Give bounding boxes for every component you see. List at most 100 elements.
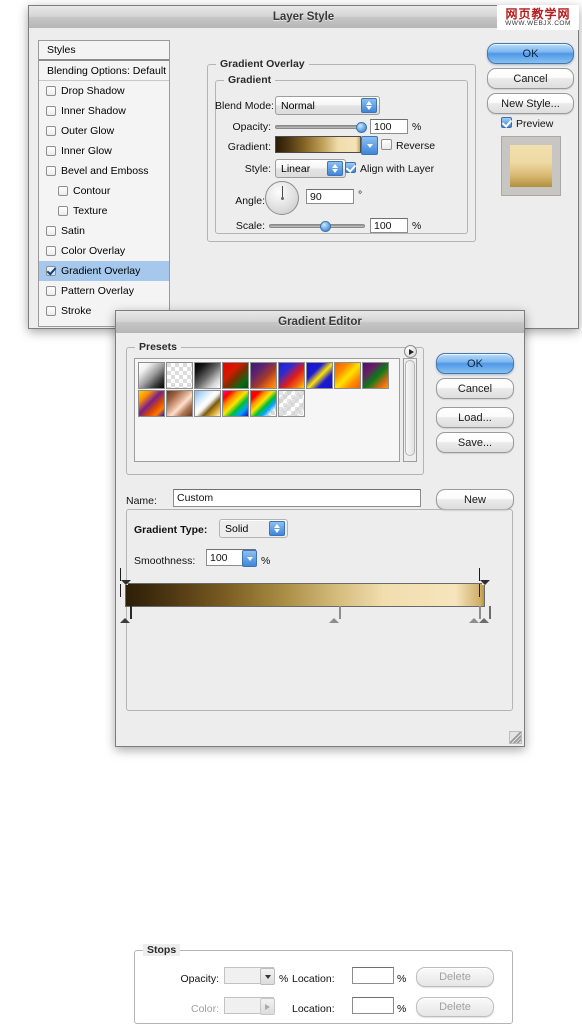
- presets-well[interactable]: [134, 358, 400, 462]
- blend-mode-label: Blend Mode:: [215, 100, 274, 112]
- align-with-layer-checkbox[interactable]: [345, 162, 356, 173]
- sidebar-item-gradient-overlay[interactable]: Gradient Overlay: [39, 261, 169, 281]
- preset-swatch-red-green[interactable]: [222, 362, 249, 389]
- smoothness-chevron-down-icon[interactable]: [242, 550, 257, 567]
- delete-color-stop-button[interactable]: Delete: [416, 997, 494, 1017]
- preset-swatch-blue-red-yellow[interactable]: [278, 362, 305, 389]
- opacity-slider-knob[interactable]: [356, 122, 367, 133]
- ge-cancel-button[interactable]: Cancel: [436, 378, 514, 399]
- angle-dial[interactable]: [265, 181, 299, 215]
- preset-swatch-violet-green-orange[interactable]: [362, 362, 389, 389]
- new-style-button[interactable]: New Style...: [487, 93, 574, 114]
- ok-button[interactable]: OK: [487, 43, 574, 64]
- style-enable-checkbox[interactable]: [46, 286, 56, 296]
- layer-style-titlebar: Layer Style: [29, 6, 578, 29]
- sidebar-item-bevel-and-emboss[interactable]: Bevel and Emboss: [39, 161, 169, 181]
- gradient-editor-dialog: Gradient Editor Presets OK Cancel Load..…: [115, 310, 525, 1024]
- sidebar-item-drop-shadow[interactable]: Drop Shadow: [39, 81, 169, 101]
- gradient-type-select[interactable]: Solid: [219, 519, 288, 538]
- style-enable-checkbox[interactable]: [58, 206, 68, 216]
- stop-color-location-input[interactable]: [352, 997, 394, 1014]
- sidebar-item-blending-options[interactable]: Blending Options: Default: [39, 61, 169, 81]
- scale-unit: %: [412, 220, 422, 232]
- style-enable-checkbox[interactable]: [46, 166, 56, 176]
- scale-slider-track[interactable]: [269, 224, 365, 228]
- preview-gradient-chip: [510, 145, 552, 187]
- preset-swatch-foreground-to-background[interactable]: [138, 362, 165, 389]
- sidebar-item-label: Color Overlay: [61, 245, 126, 257]
- gradient-type-label: Gradient Type:: [134, 524, 208, 536]
- presets-row-1: [138, 362, 397, 390]
- style-enable-checkbox[interactable]: [46, 266, 56, 276]
- sidebar-item-outer-glow[interactable]: Outer Glow: [39, 121, 169, 141]
- reverse-checkbox[interactable]: [381, 139, 392, 150]
- style-enable-checkbox[interactable]: [46, 126, 56, 136]
- ge-load-button[interactable]: Load...: [436, 407, 514, 428]
- preset-swatch-blue-yellow-blue[interactable]: [306, 362, 333, 389]
- cancel-button[interactable]: Cancel: [487, 68, 574, 89]
- sidebar-item-inner-glow[interactable]: Inner Glow: [39, 141, 169, 161]
- gradient-editor-body: Presets OK Cancel Load... Save... Name: …: [116, 333, 524, 746]
- presets-menu-icon[interactable]: [404, 345, 417, 358]
- smoothness-unit: %: [261, 555, 271, 567]
- gradient-preview-swatch[interactable]: [275, 136, 361, 153]
- preview-checkbox[interactable]: [501, 117, 512, 128]
- sidebar-item-contour[interactable]: Contour: [39, 181, 169, 201]
- styles-rows: Drop Shadow Inner Shadow Outer Glow Inner G…: [39, 81, 169, 321]
- preset-swatch-transparent-stripes[interactable]: [278, 390, 305, 417]
- scale-value: 100: [374, 219, 392, 232]
- preset-swatch-copper[interactable]: [166, 390, 193, 417]
- preview-thumbnail: [501, 136, 561, 196]
- watermark: 网页教学网 WWW.WEBJX.COM: [497, 5, 579, 30]
- style-enable-checkbox[interactable]: [46, 146, 56, 156]
- sidebar-item-satin[interactable]: Satin: [39, 221, 169, 241]
- stop-opacity-location-label: Location:: [292, 973, 335, 985]
- sidebar-item-color-overlay[interactable]: Color Overlay: [39, 241, 169, 261]
- preset-swatch-foreground-to-transparent[interactable]: [166, 362, 193, 389]
- delete-opacity-stop-button[interactable]: Delete: [416, 967, 494, 987]
- stop-color-chevron-right-icon[interactable]: [260, 998, 275, 1015]
- sidebar-item-inner-shadow[interactable]: Inner Shadow: [39, 101, 169, 121]
- style-enable-checkbox[interactable]: [46, 226, 56, 236]
- styles-list[interactable]: Styles Blending Options: Default Drop Sh…: [38, 40, 170, 327]
- blend-mode-select[interactable]: Normal: [275, 96, 380, 115]
- align-with-layer-label: Align with Layer: [360, 163, 435, 175]
- preset-swatch-black-white[interactable]: [194, 362, 221, 389]
- preset-swatch-violet-orange[interactable]: [250, 362, 277, 389]
- opacity-value: 100: [374, 120, 392, 133]
- stop-opacity-location-input[interactable]: [352, 967, 394, 984]
- sidebar-item-texture[interactable]: Texture: [39, 201, 169, 221]
- presets-scrollbar-thumb[interactable]: [405, 360, 415, 456]
- angle-hub: [280, 196, 284, 200]
- stops-group-title: Stops: [143, 944, 181, 956]
- style-enable-checkbox[interactable]: [46, 106, 56, 116]
- sidebar-item-label: Drop Shadow: [61, 85, 125, 97]
- stop-opacity-chevron-down-icon[interactable]: [260, 968, 275, 985]
- stop-opacity-label: Opacity:: [180, 973, 219, 985]
- style-enable-checkbox[interactable]: [58, 186, 68, 196]
- preset-swatch-transparent-rainbow[interactable]: [250, 390, 277, 417]
- style-select[interactable]: Linear: [275, 159, 346, 178]
- angle-input[interactable]: 90: [306, 189, 354, 204]
- new-gradient-button[interactable]: New: [436, 489, 514, 510]
- opacity-slider-track[interactable]: [275, 125, 365, 129]
- sidebar-item-label: Stroke: [61, 305, 92, 317]
- resize-grip[interactable]: [509, 731, 522, 744]
- ge-save-button[interactable]: Save...: [436, 432, 514, 453]
- ge-ok-button[interactable]: OK: [436, 353, 514, 374]
- gradient-name-input[interactable]: Custom: [173, 489, 421, 507]
- style-enable-checkbox[interactable]: [46, 86, 56, 96]
- style-enable-checkbox[interactable]: [46, 306, 56, 316]
- style-enable-checkbox[interactable]: [46, 246, 56, 256]
- gradient-picker-chevron-down-icon[interactable]: [361, 136, 378, 155]
- preset-swatch-orange-yellow-orange[interactable]: [334, 362, 361, 389]
- scale-slider-knob[interactable]: [320, 221, 331, 232]
- sidebar-item-pattern-overlay[interactable]: Pattern Overlay: [39, 281, 169, 301]
- opacity-input[interactable]: 100: [370, 119, 408, 134]
- preset-swatch-yellow-violet-orange-blue[interactable]: [138, 390, 165, 417]
- preset-swatch-chrome[interactable]: [194, 390, 221, 417]
- preset-swatch-spectrum[interactable]: [222, 390, 249, 417]
- layer-style-body: Styles Blending Options: Default Drop Sh…: [29, 28, 578, 328]
- presets-scrollbar[interactable]: [403, 358, 417, 462]
- scale-input[interactable]: 100: [370, 218, 408, 233]
